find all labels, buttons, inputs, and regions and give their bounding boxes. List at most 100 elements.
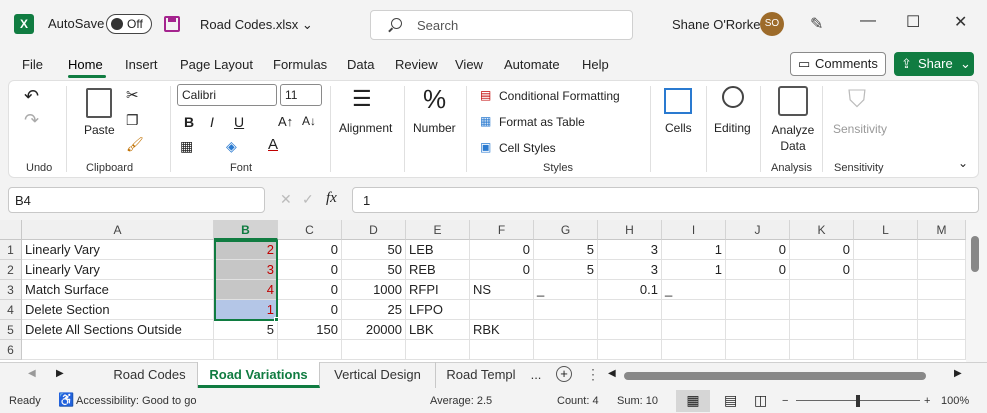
cell-h2[interactable]: 3 xyxy=(598,260,662,280)
column-header-a[interactable]: A xyxy=(22,220,214,240)
cell-a2[interactable]: Linearly Vary xyxy=(22,260,214,280)
tab-review[interactable]: Review xyxy=(395,57,438,72)
cell-m4[interactable] xyxy=(918,300,966,320)
row-header-6[interactable]: 6 xyxy=(0,340,22,360)
redo-icon[interactable]: ↷ xyxy=(24,110,39,131)
cell-k5[interactable] xyxy=(790,320,854,340)
share-button[interactable]: ⇪ Share ⌄ xyxy=(894,52,974,76)
cell-c1[interactable]: 0 xyxy=(278,240,342,260)
sheet-tab-road-templ[interactable]: Road Templ xyxy=(436,362,526,388)
tab-home[interactable]: Home xyxy=(68,57,103,72)
cell-e3[interactable]: RFPI xyxy=(406,280,470,300)
cell-l6[interactable] xyxy=(854,340,918,360)
cell-i6[interactable] xyxy=(662,340,726,360)
underline-button[interactable]: U xyxy=(234,114,244,130)
row-header-1[interactable]: 1 xyxy=(0,240,22,260)
column-header-j[interactable]: J xyxy=(726,220,790,240)
formula-input[interactable]: 1 xyxy=(352,187,979,213)
cell-d1[interactable]: 50 xyxy=(342,240,406,260)
cell-b4[interactable]: 1 xyxy=(214,300,278,320)
cell-j1[interactable]: 0 xyxy=(726,240,790,260)
italic-button[interactable]: I xyxy=(210,114,214,130)
select-all-corner[interactable] xyxy=(0,220,22,240)
column-header-l[interactable]: L xyxy=(854,220,918,240)
fill-handle[interactable] xyxy=(274,317,279,322)
format-as-table-button[interactable]: Format as Table xyxy=(499,115,585,129)
cell-c5[interactable]: 150 xyxy=(278,320,342,340)
cell-l2[interactable] xyxy=(854,260,918,280)
autosave-toggle[interactable]: Off xyxy=(106,14,152,34)
comments-button[interactable]: ▭ Comments xyxy=(790,52,886,76)
cell-h4[interactable] xyxy=(598,300,662,320)
cell-j6[interactable] xyxy=(726,340,790,360)
cell-k4[interactable] xyxy=(790,300,854,320)
column-header-c[interactable]: C xyxy=(278,220,342,240)
designer-pen-icon[interactable]: ✎ xyxy=(810,14,823,34)
column-header-g[interactable]: G xyxy=(534,220,598,240)
cell-g5[interactable] xyxy=(534,320,598,340)
cell-f2[interactable]: 0 xyxy=(470,260,534,280)
cell-m5[interactable] xyxy=(918,320,966,340)
more-sheets-button[interactable]: ... xyxy=(526,362,546,388)
cell-k3[interactable] xyxy=(790,280,854,300)
cell-i5[interactable] xyxy=(662,320,726,340)
chevron-down-icon[interactable]: ⌄ xyxy=(958,156,968,170)
cell-b2[interactable]: 3 xyxy=(214,260,278,280)
alignment-button[interactable]: Alignment xyxy=(339,121,392,135)
cell-i4[interactable] xyxy=(662,300,726,320)
font-name-select[interactable]: Calibri xyxy=(177,84,277,106)
column-header-k[interactable]: K xyxy=(790,220,854,240)
cell-m6[interactable] xyxy=(918,340,966,360)
cell-l5[interactable] xyxy=(854,320,918,340)
maximize-button[interactable]: ☐ xyxy=(906,12,920,32)
cancel-icon[interactable]: ✕ xyxy=(280,191,292,208)
tab-help[interactable]: Help xyxy=(582,57,609,72)
cell-c2[interactable]: 0 xyxy=(278,260,342,280)
zoom-slider-thumb[interactable] xyxy=(856,395,860,407)
cell-l1[interactable] xyxy=(854,240,918,260)
row-header-5[interactable]: 5 xyxy=(0,320,22,340)
cell-d6[interactable] xyxy=(342,340,406,360)
alignment-icon[interactable]: ☰ xyxy=(352,86,372,112)
cell-d5[interactable]: 20000 xyxy=(342,320,406,340)
bold-button[interactable]: B xyxy=(184,114,194,130)
column-header-e[interactable]: E xyxy=(406,220,470,240)
sheet-tab-road-variations[interactable]: Road Variations xyxy=(198,362,320,388)
cell-h6[interactable] xyxy=(598,340,662,360)
tab-insert[interactable]: Insert xyxy=(125,57,158,72)
font-size-select[interactable]: 11 xyxy=(280,84,322,106)
number-button[interactable]: Number xyxy=(413,121,456,135)
column-header-m[interactable]: M xyxy=(918,220,966,240)
cell-g6[interactable] xyxy=(534,340,598,360)
cell-d3[interactable]: 1000 xyxy=(342,280,406,300)
cell-h5[interactable] xyxy=(598,320,662,340)
cell-g4[interactable] xyxy=(534,300,598,320)
cell-b1[interactable]: 2 xyxy=(214,240,278,260)
tab-data[interactable]: Data xyxy=(347,57,374,72)
normal-view-icon[interactable]: ▦ xyxy=(676,390,710,412)
cell-e6[interactable] xyxy=(406,340,470,360)
cell-e4[interactable]: LFPO xyxy=(406,300,470,320)
prev-sheet-icon[interactable]: ◀ xyxy=(28,368,36,379)
conditional-formatting-button[interactable]: Conditional Formatting xyxy=(499,89,620,103)
cell-styles-button[interactable]: Cell Styles xyxy=(499,141,556,155)
cell-m1[interactable] xyxy=(918,240,966,260)
file-name-dropdown[interactable]: Road Codes.xlsx ⌄ xyxy=(200,17,313,33)
paste-button[interactable]: Paste xyxy=(84,123,115,137)
cell-g3[interactable]: _ xyxy=(534,280,598,300)
cell-j4[interactable] xyxy=(726,300,790,320)
accessibility-status[interactable]: Accessibility: Good to go xyxy=(76,395,196,407)
save-icon[interactable] xyxy=(164,16,180,32)
format-painter-icon[interactable]: 🖌 xyxy=(126,136,144,153)
add-sheet-button[interactable]: + xyxy=(556,366,572,382)
cell-i3[interactable]: _ xyxy=(662,280,726,300)
cell-f6[interactable] xyxy=(470,340,534,360)
column-header-b[interactable]: B xyxy=(214,220,278,240)
analyze-data-button[interactable]: Analyze Data xyxy=(771,122,815,154)
cell-i2[interactable]: 1 xyxy=(662,260,726,280)
row-header-3[interactable]: 3 xyxy=(0,280,22,300)
cell-a3[interactable]: Match Surface xyxy=(22,280,214,300)
cell-m2[interactable] xyxy=(918,260,966,280)
cell-h3[interactable]: 0.1 xyxy=(598,280,662,300)
cell-b3[interactable]: 4 xyxy=(214,280,278,300)
